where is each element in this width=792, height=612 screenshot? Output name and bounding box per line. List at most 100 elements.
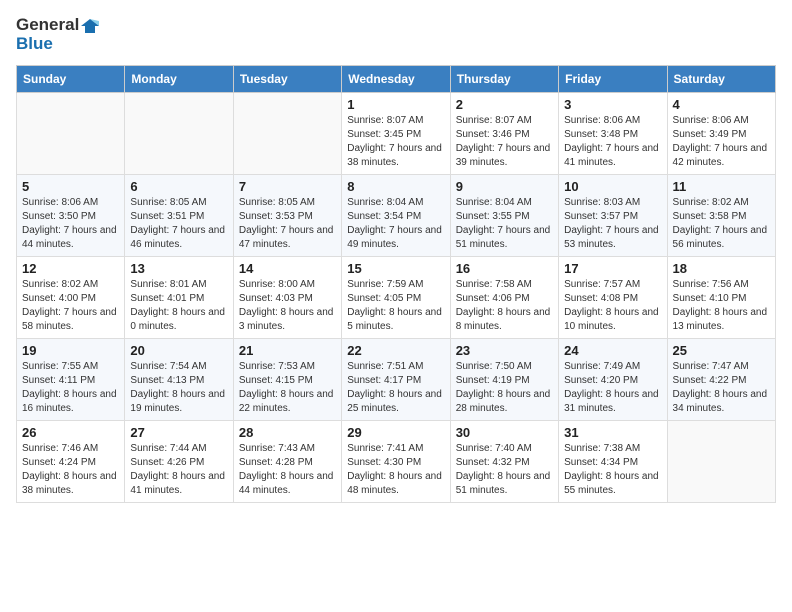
day-info: Sunrise: 8:06 AMSunset: 3:48 PMDaylight:…: [564, 114, 661, 170]
day-number: 21: [239, 343, 336, 358]
logo: General Blue: [16, 16, 99, 53]
logo-blue: Blue: [16, 34, 53, 53]
weekday-header-row: SundayMondayTuesdayWednesdayThursdayFrid…: [17, 66, 776, 93]
weekday-header-monday: Monday: [125, 66, 233, 93]
day-info: Sunrise: 7:44 AMSunset: 4:26 PMDaylight:…: [130, 442, 227, 498]
day-info: Sunrise: 8:02 AMSunset: 3:58 PMDaylight:…: [673, 196, 770, 252]
day-info: Sunrise: 7:41 AMSunset: 4:30 PMDaylight:…: [347, 442, 444, 498]
calendar-cell: 27Sunrise: 7:44 AMSunset: 4:26 PMDayligh…: [125, 421, 233, 503]
day-info: Sunrise: 7:49 AMSunset: 4:20 PMDaylight:…: [564, 360, 661, 416]
calendar-cell: 8 Sunrise: 8:04 AMSunset: 3:54 PMDaylight…: [342, 175, 450, 257]
day-info: Sunrise: 7:50 AMSunset: 4:19 PMDaylight:…: [456, 360, 553, 416]
day-info: Sunrise: 8:06 AMSunset: 3:50 PMDaylight:…: [22, 196, 119, 252]
calendar-cell: 9 Sunrise: 8:04 AMSunset: 3:55 PMDaylight…: [450, 175, 558, 257]
day-info: Sunrise: 7:57 AMSunset: 4:08 PMDaylight:…: [564, 278, 661, 334]
day-info: Sunrise: 7:55 AMSunset: 4:11 PMDaylight:…: [22, 360, 119, 416]
day-info: Sunrise: 8:04 AMSunset: 3:55 PMDaylight:…: [456, 196, 553, 252]
day-info: Sunrise: 7:56 AMSunset: 4:10 PMDaylight:…: [673, 278, 770, 334]
calendar-cell: [233, 93, 341, 175]
calendar-week-row: 26 Sunrise: 7:46 AMSunset: 4:24 PMDayligh…: [17, 421, 776, 503]
day-number: 26: [22, 425, 119, 440]
day-number: 18: [673, 261, 770, 276]
calendar-cell: 15 Sunrise: 7:59 AMSunset: 4:05 PMDayligh…: [342, 257, 450, 339]
day-info: Sunrise: 7:59 AMSunset: 4:05 PMDaylight:…: [347, 278, 444, 334]
day-info: Sunrise: 8:03 AMSunset: 3:57 PMDaylight:…: [564, 196, 661, 252]
weekday-header-thursday: Thursday: [450, 66, 558, 93]
day-info: Sunrise: 8:04 AMSunset: 3:54 PMDaylight:…: [347, 196, 444, 252]
day-number: 17: [564, 261, 661, 276]
day-number: 1: [347, 97, 444, 112]
day-number: 25: [673, 343, 770, 358]
day-number: 23: [456, 343, 553, 358]
calendar-cell: [17, 93, 125, 175]
day-number: 7: [239, 179, 336, 194]
calendar-cell: 22Sunrise: 7:51 AMSunset: 4:17 PMDayligh…: [342, 339, 450, 421]
day-info: Sunrise: 8:07 AMSunset: 3:46 PMDaylight:…: [456, 114, 553, 170]
calendar-cell: 4 Sunrise: 8:06 AMSunset: 3:49 PMDaylight…: [667, 93, 775, 175]
day-number: 13: [130, 261, 227, 276]
day-number: 3: [564, 97, 661, 112]
day-number: 5: [22, 179, 119, 194]
calendar-cell: 14 Sunrise: 8:00 AMSunset: 4:03 PMDayligh…: [233, 257, 341, 339]
day-number: 11: [673, 179, 770, 194]
day-number: 28: [239, 425, 336, 440]
calendar-cell: [125, 93, 233, 175]
calendar-cell: 13Sunrise: 8:01 AMSunset: 4:01 PMDayligh…: [125, 257, 233, 339]
day-number: 9: [456, 179, 553, 194]
day-info: Sunrise: 7:40 AMSunset: 4:32 PMDaylight:…: [456, 442, 553, 498]
day-number: 2: [456, 97, 553, 112]
day-number: 31: [564, 425, 661, 440]
calendar-cell: 11 Sunrise: 8:02 AMSunset: 3:58 PMDayligh…: [667, 175, 775, 257]
calendar-cell: 20 Sunrise: 7:54 AMSunset: 4:13 PMDayligh…: [125, 339, 233, 421]
calendar-cell: 16Sunrise: 7:58 AMSunset: 4:06 PMDayligh…: [450, 257, 558, 339]
calendar-week-row: 1 Sunrise: 8:07 AMSunset: 3:45 PMDaylight…: [17, 93, 776, 175]
day-info: Sunrise: 7:53 AMSunset: 4:15 PMDaylight:…: [239, 360, 336, 416]
day-number: 30: [456, 425, 553, 440]
calendar-cell: 18 Sunrise: 7:56 AMSunset: 4:10 PMDayligh…: [667, 257, 775, 339]
day-info: Sunrise: 8:06 AMSunset: 3:49 PMDaylight:…: [673, 114, 770, 170]
day-number: 8: [347, 179, 444, 194]
logo-bird-icon: [81, 17, 99, 35]
calendar-week-row: 19 Sunrise: 7:55 AMSunset: 4:11 PMDayligh…: [17, 339, 776, 421]
day-number: 14: [239, 261, 336, 276]
calendar-cell: 21 Sunrise: 7:53 AMSunset: 4:15 PMDayligh…: [233, 339, 341, 421]
day-info: Sunrise: 8:07 AMSunset: 3:45 PMDaylight:…: [347, 114, 444, 170]
day-info: Sunrise: 8:02 AMSunset: 4:00 PMDaylight:…: [22, 278, 119, 334]
calendar-cell: 24Sunrise: 7:49 AMSunset: 4:20 PMDayligh…: [559, 339, 667, 421]
calendar-cell: 6 Sunrise: 8:05 AMSunset: 3:51 PMDaylight…: [125, 175, 233, 257]
day-info: Sunrise: 8:05 AMSunset: 3:53 PMDaylight:…: [239, 196, 336, 252]
calendar-cell: 28 Sunrise: 7:43 AMSunset: 4:28 PMDayligh…: [233, 421, 341, 503]
calendar-cell: 17 Sunrise: 7:57 AMSunset: 4:08 PMDayligh…: [559, 257, 667, 339]
day-number: 10: [564, 179, 661, 194]
day-info: Sunrise: 7:38 AMSunset: 4:34 PMDaylight:…: [564, 442, 661, 498]
calendar-cell: 2 Sunrise: 8:07 AMSunset: 3:46 PMDaylight…: [450, 93, 558, 175]
calendar-cell: 3 Sunrise: 8:06 AMSunset: 3:48 PMDaylight…: [559, 93, 667, 175]
calendar-cell: 12Sunrise: 8:02 AMSunset: 4:00 PMDayligh…: [17, 257, 125, 339]
day-info: Sunrise: 7:43 AMSunset: 4:28 PMDaylight:…: [239, 442, 336, 498]
day-info: Sunrise: 7:46 AMSunset: 4:24 PMDaylight:…: [22, 442, 119, 498]
day-info: Sunrise: 7:54 AMSunset: 4:13 PMDaylight:…: [130, 360, 227, 416]
day-number: 15: [347, 261, 444, 276]
calendar-cell: 1 Sunrise: 8:07 AMSunset: 3:45 PMDaylight…: [342, 93, 450, 175]
weekday-header-friday: Friday: [559, 66, 667, 93]
weekday-header-saturday: Saturday: [667, 66, 775, 93]
page-header: General Blue: [16, 16, 776, 53]
calendar-cell: 26 Sunrise: 7:46 AMSunset: 4:24 PMDayligh…: [17, 421, 125, 503]
day-info: Sunrise: 8:00 AMSunset: 4:03 PMDaylight:…: [239, 278, 336, 334]
weekday-header-wednesday: Wednesday: [342, 66, 450, 93]
calendar-cell: 30 Sunrise: 7:40 AMSunset: 4:32 PMDayligh…: [450, 421, 558, 503]
calendar-cell: 29 Sunrise: 7:41 AMSunset: 4:30 PMDayligh…: [342, 421, 450, 503]
day-info: Sunrise: 8:05 AMSunset: 3:51 PMDaylight:…: [130, 196, 227, 252]
day-info: Sunrise: 7:51 AMSunset: 4:17 PMDaylight:…: [347, 360, 444, 416]
calendar-cell: 25 Sunrise: 7:47 AMSunset: 4:22 PMDayligh…: [667, 339, 775, 421]
calendar-cell: [667, 421, 775, 503]
day-info: Sunrise: 7:47 AMSunset: 4:22 PMDaylight:…: [673, 360, 770, 416]
day-number: 29: [347, 425, 444, 440]
day-number: 20: [130, 343, 227, 358]
calendar-week-row: 12Sunrise: 8:02 AMSunset: 4:00 PMDayligh…: [17, 257, 776, 339]
calendar-week-row: 5 Sunrise: 8:06 AMSunset: 3:50 PMDaylight…: [17, 175, 776, 257]
day-number: 4: [673, 97, 770, 112]
day-number: 19: [22, 343, 119, 358]
weekday-header-tuesday: Tuesday: [233, 66, 341, 93]
day-number: 6: [130, 179, 227, 194]
